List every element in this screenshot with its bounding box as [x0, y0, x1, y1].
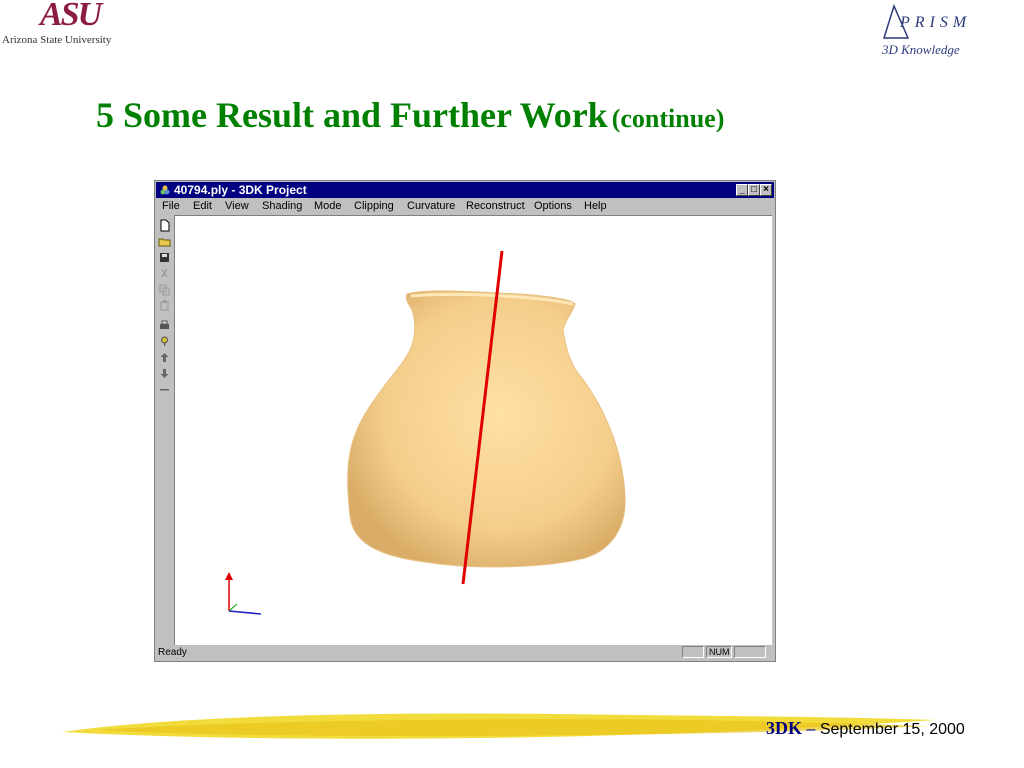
separator-icon: [160, 389, 169, 391]
menu-reconstruct[interactable]: Reconstruct: [466, 198, 525, 214]
arrow-down-icon[interactable]: [158, 367, 171, 380]
asu-logo-mark: ASU: [40, 0, 102, 33]
side-toolbar: [156, 215, 173, 645]
new-file-icon[interactable]: [158, 219, 171, 232]
footer-dash: –: [806, 721, 816, 738]
menu-help[interactable]: Help: [584, 198, 607, 214]
vase-render[interactable]: [175, 216, 772, 645]
close-button[interactable]: ×: [760, 184, 772, 196]
open-folder-icon[interactable]: [158, 235, 171, 248]
prism-wordmark: PRISM: [900, 14, 972, 31]
paste-icon[interactable]: [158, 299, 171, 312]
maximize-button[interactable]: □: [748, 184, 760, 196]
app-icon: [160, 185, 170, 195]
menu-curvature[interactable]: Curvature: [407, 198, 455, 214]
status-indicator-caps: [682, 646, 704, 658]
slide-title-sub: (continue): [611, 104, 725, 133]
window-title: 40794.ply - 3DK Project: [174, 183, 307, 197]
copy-icon[interactable]: [158, 283, 171, 296]
window-titlebar[interactable]: 40794.ply - 3DK Project _ □ ×: [156, 182, 774, 198]
vase-shape: [347, 290, 626, 568]
app-window: 40794.ply - 3DK Project _ □ × File Edit …: [154, 180, 776, 662]
slide-title: 5 Some Result and Further Work (continue…: [96, 94, 724, 136]
print-icon[interactable]: [158, 319, 171, 332]
status-bar: Ready NUM: [156, 645, 774, 660]
axis-gizmo-icon: [225, 572, 262, 615]
footer: 3DK – September 15, 2000: [766, 718, 965, 739]
menu-shading[interactable]: Shading: [262, 198, 302, 214]
prism-tagline: 3D Knowledge: [882, 42, 960, 57]
menubar: File Edit View Shading Mode Clipping Cur…: [156, 198, 774, 214]
menu-file[interactable]: File: [162, 198, 180, 214]
slide-title-main: 5 Some Result and Further Work: [96, 95, 608, 135]
menu-options[interactable]: Options: [534, 198, 572, 214]
save-icon[interactable]: [158, 251, 171, 264]
asu-logo-name: Arizona State University: [2, 34, 112, 46]
cut-icon[interactable]: [158, 267, 171, 280]
menu-clipping[interactable]: Clipping: [354, 198, 394, 214]
viewport-canvas[interactable]: [174, 215, 772, 645]
status-text: Ready: [158, 647, 187, 658]
menu-mode[interactable]: Mode: [314, 198, 342, 214]
prism-logo: PRISM 3D Knowledge: [876, 4, 986, 64]
asu-logo: ASU Arizona State University: [0, 0, 160, 50]
footer-date: September 15, 2000: [819, 721, 965, 738]
menu-view[interactable]: View: [225, 198, 249, 214]
arrow-up-icon[interactable]: [158, 351, 171, 364]
minimize-button[interactable]: _: [736, 184, 748, 196]
menu-edit[interactable]: Edit: [193, 198, 212, 214]
help-icon[interactable]: [158, 335, 171, 348]
status-indicator-num: NUM: [706, 646, 732, 658]
footer-brand: 3DK: [766, 718, 802, 738]
status-indicator-scrl: [734, 646, 766, 658]
